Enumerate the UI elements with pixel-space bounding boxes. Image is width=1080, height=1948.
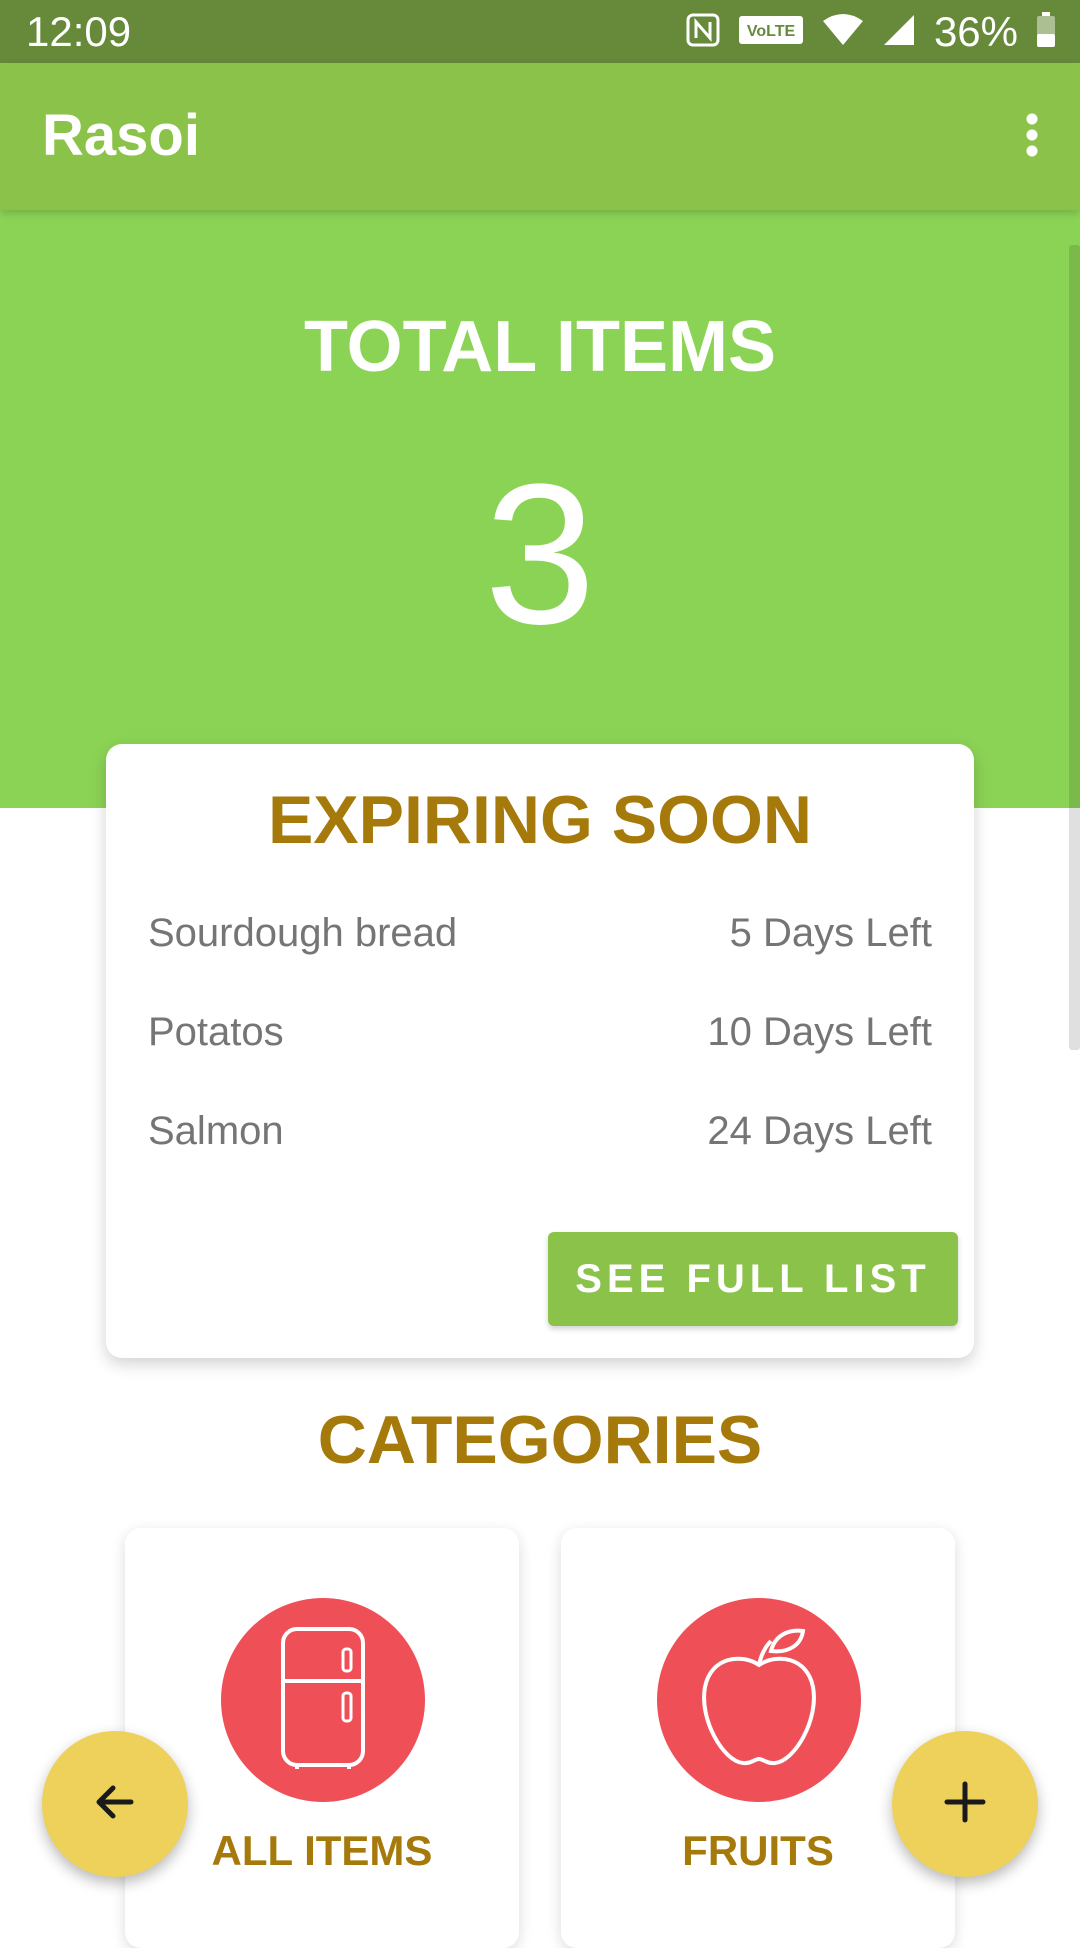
- categories-title: CATEGORIES: [317, 1402, 763, 1478]
- volte-icon: VoLTE: [738, 15, 804, 50]
- add-item-button[interactable]: [892, 1731, 1038, 1877]
- list-item: Potatos 10 Days Left: [148, 1006, 932, 1058]
- category-icon-circle: [657, 1598, 861, 1802]
- nfc-icon: [686, 13, 720, 52]
- expiring-soon-title: EXPIRING SOON: [267, 782, 813, 858]
- category-label: ALL ITEMS: [211, 1827, 433, 1874]
- list-item: Sourdough bread 5 Days Left: [148, 907, 932, 959]
- days-left: 5 Days Left: [729, 910, 932, 955]
- battery-icon: [1036, 11, 1056, 53]
- status-icons: VoLTE 36%: [686, 10, 1056, 54]
- fridge-icon: [273, 1623, 373, 1778]
- wifi-icon: [822, 13, 864, 52]
- back-button[interactable]: [42, 1731, 188, 1877]
- total-items-label: TOTAL ITEMS: [303, 307, 776, 387]
- more-vert-icon[interactable]: [1002, 99, 1062, 171]
- item-name: Potatos: [148, 1009, 284, 1054]
- category-card-all-items[interactable]: ALL ITEMS: [125, 1528, 519, 1948]
- expiring-soon-card: EXPIRING SOON Sourdough bread 5 Days Lef…: [106, 744, 974, 1358]
- category-label: FRUITS: [682, 1827, 834, 1874]
- app-bar: Rasoi: [0, 63, 1080, 210]
- category-icon-circle: [221, 1598, 425, 1802]
- list-item: Salmon 24 Days Left: [148, 1105, 932, 1157]
- total-items-count: 3: [484, 443, 596, 666]
- scrollbar[interactable]: [1069, 245, 1080, 1050]
- battery-percent: 36%: [933, 8, 1018, 55]
- plus-icon: [941, 1778, 989, 1831]
- days-left: 10 Days Left: [707, 1009, 932, 1054]
- status-time: 12:09: [26, 8, 132, 55]
- days-left: 24 Days Left: [707, 1108, 932, 1153]
- item-name: Salmon: [148, 1108, 284, 1153]
- total-items-panel: TOTAL ITEMS 3: [0, 210, 1080, 808]
- svg-text:VoLTE: VoLTE: [747, 23, 796, 40]
- cell-signal-icon: [882, 13, 916, 52]
- item-name: Sourdough bread: [148, 910, 458, 955]
- arrow-back-icon: [91, 1778, 139, 1831]
- app-title: Rasoi: [42, 103, 200, 168]
- see-full-list-button[interactable]: SEE FULL LIST: [548, 1232, 958, 1326]
- category-card-fruits[interactable]: FRUITS: [561, 1528, 955, 1948]
- status-bar: 12:09 VoLTE 36%: [0, 0, 1080, 63]
- apple-icon: [689, 1623, 829, 1778]
